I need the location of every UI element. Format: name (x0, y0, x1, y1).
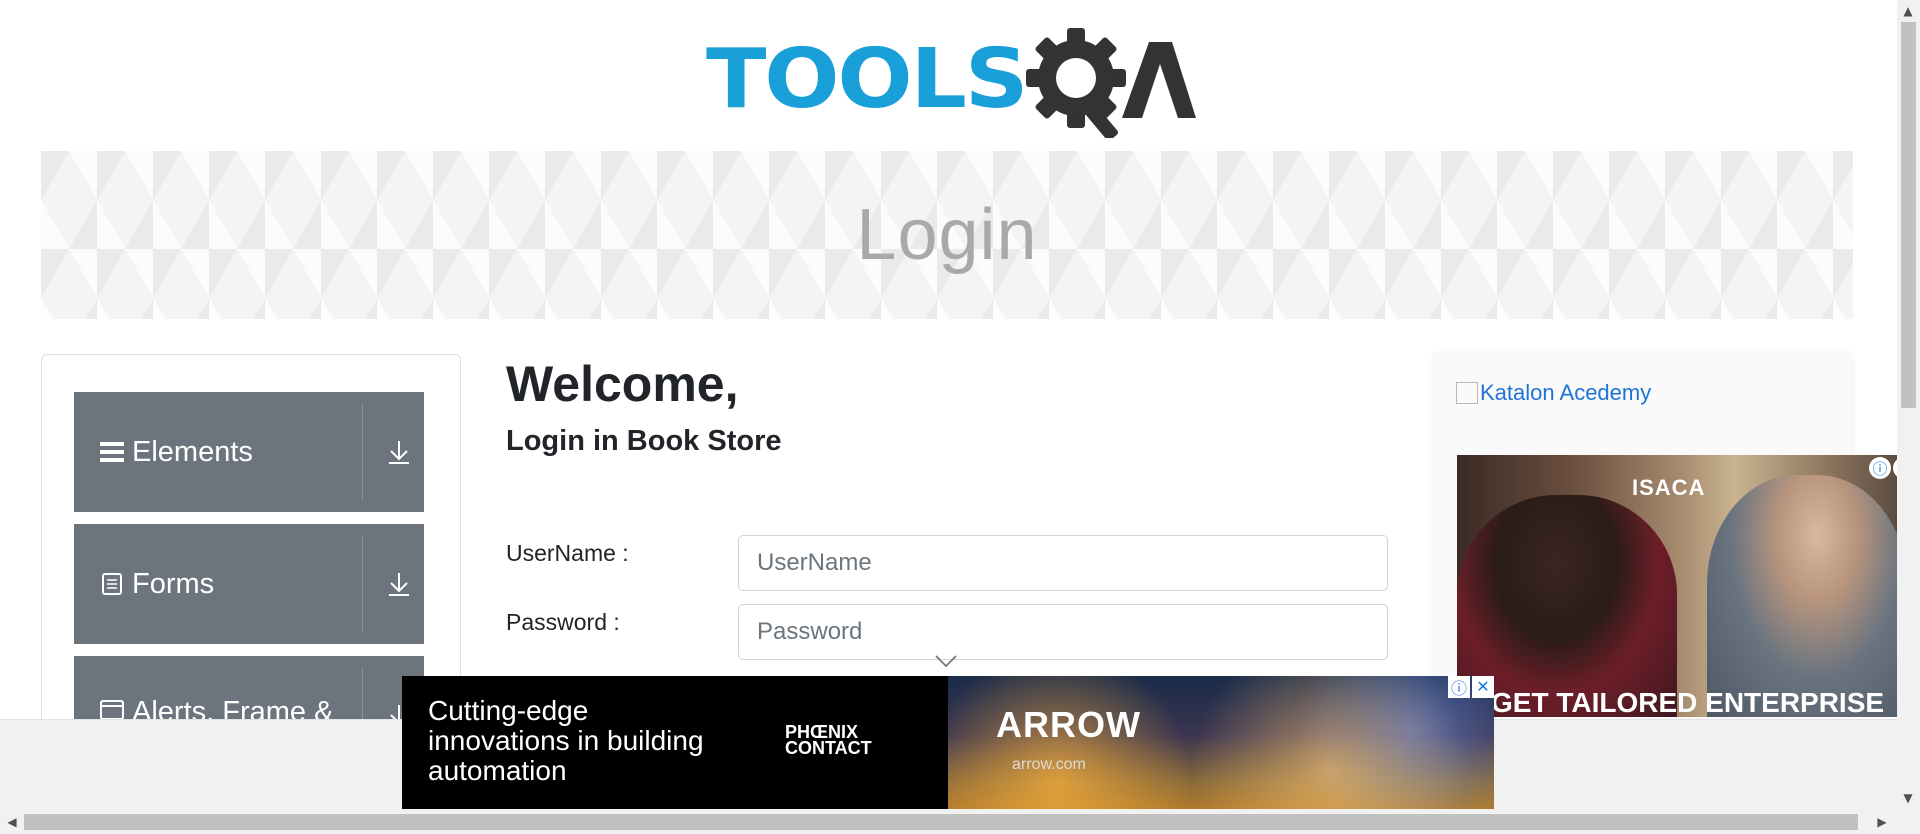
sidebar-group-elements[interactable]: Elements (74, 392, 424, 512)
toolsqa-logo[interactable]: TOOLS (706, 22, 1196, 138)
download-arrow-icon[interactable] (374, 392, 424, 512)
broken-image-icon (1456, 382, 1478, 404)
katalon-alt-text: Katalon Acedemy (1480, 380, 1652, 405)
horizontal-scroll-thumb[interactable] (24, 814, 1858, 830)
vertical-scroll-thumb[interactable] (1901, 22, 1916, 408)
phoenix-contact-logo: PHŒNIX CONTACT (785, 723, 872, 758)
isaca-brand: ISACA (1632, 475, 1706, 500)
ad-info-icon[interactable]: ⓘ (1448, 676, 1470, 698)
ad-info-icon[interactable]: ⓘ (1869, 457, 1891, 479)
sidebar-group-label: Forms (132, 567, 215, 600)
isaca-ad[interactable]: ISACA GET TAILORED ENTERPRISE ⓘ ✕ (1457, 455, 1920, 717)
scroll-right-arrow-icon[interactable]: ▶ (1872, 812, 1892, 832)
scroll-left-arrow-icon[interactable]: ◀ (2, 812, 22, 832)
vertical-scrollbar[interactable]: ▲ ▼ (1897, 0, 1920, 810)
login-subheading: Login in Book Store (506, 425, 782, 457)
arrow-url: arrow.com (1012, 756, 1086, 773)
katalon-ad-link[interactable]: Katalon Acedemy (1456, 380, 1651, 406)
scroll-up-arrow-icon[interactable]: ▲ (1898, 1, 1918, 21)
ad-person-image (1707, 475, 1907, 717)
sidebar-group-label: Elements (132, 435, 253, 468)
username-input[interactable] (738, 535, 1388, 591)
ad-close-icon[interactable]: ✕ (1472, 676, 1494, 698)
chevron-down-icon[interactable] (934, 654, 958, 668)
ad-text: Cutting-edge innovations in building aut… (428, 695, 704, 786)
page-title: Login (856, 195, 1038, 275)
hamburger-icon (100, 442, 124, 462)
bottom-banner-ad[interactable]: Cutting-edge innovations in building aut… (402, 676, 1494, 809)
password-label: Password : (506, 609, 620, 635)
sidebar-group-forms[interactable]: Forms (74, 524, 424, 644)
gear-magnifier-icon (1026, 28, 1196, 138)
arrow-logo: ARROW (996, 704, 1141, 745)
password-input[interactable] (738, 604, 1388, 660)
left-sidebar: Elements Forms Alerts, Frame & (41, 354, 461, 776)
isaca-tagline: GET TAILORED ENTERPRISE (1491, 687, 1885, 717)
scroll-down-arrow-icon[interactable]: ▼ (1898, 788, 1918, 808)
welcome-heading: Welcome, (506, 356, 739, 412)
divider (362, 536, 363, 632)
document-icon (102, 573, 122, 595)
city-night-image: ARROW arrow.com (948, 676, 1494, 809)
divider (362, 404, 363, 500)
page-banner: Login (41, 151, 1853, 319)
horizontal-scrollbar[interactable]: ◀ ▶ (0, 810, 1920, 834)
logo-text-tools: TOOLS (706, 32, 1029, 127)
username-label: UserName : (506, 540, 629, 566)
download-arrow-icon[interactable] (374, 524, 424, 644)
advertiser-line2: CONTACT (785, 738, 872, 758)
